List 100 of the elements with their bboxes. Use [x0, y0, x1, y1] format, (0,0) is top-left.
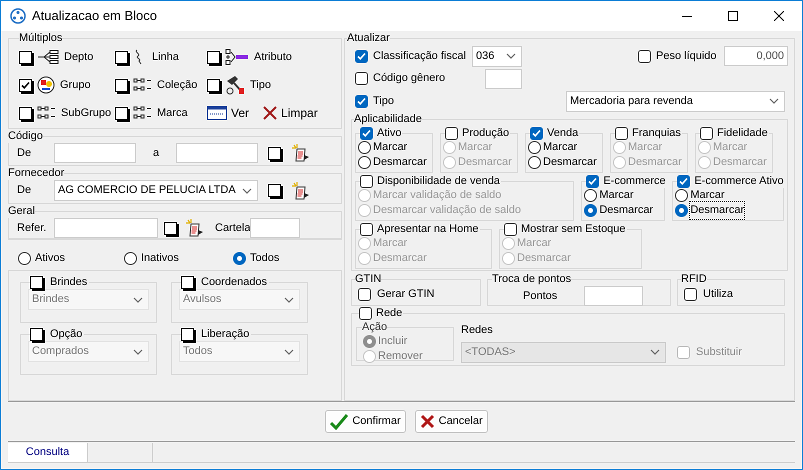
- clear-button[interactable]: Limpar: [263, 104, 318, 122]
- checkbox[interactable]: [207, 50, 220, 64]
- field-label: Redes: [461, 323, 494, 338]
- checkbox[interactable]: [355, 72, 368, 85]
- checkbox-label: Grupo: [60, 78, 91, 93]
- radio-button[interactable]: [358, 156, 371, 169]
- chevron-down-icon: [284, 348, 294, 354]
- maximize-icon[interactable]: [728, 11, 738, 21]
- checkbox[interactable]: [355, 50, 368, 62]
- radio-label: Marcar: [517, 236, 552, 252]
- checkbox[interactable]: [700, 126, 713, 140]
- checkbox[interactable]: [360, 126, 373, 140]
- checkbox-label: Utiliza: [703, 287, 733, 302]
- radio-label: Marcar: [543, 140, 578, 156]
- radio-label: Marcar: [628, 140, 662, 156]
- checkbox-label: Classificação fiscal: [373, 48, 466, 64]
- close-icon[interactable]: [774, 11, 784, 21]
- checkbox[interactable]: [181, 328, 194, 340]
- view-button[interactable]: Ver: [207, 104, 250, 122]
- dropdown[interactable]: Brindes: [28, 289, 149, 310]
- x-icon: [420, 414, 435, 429]
- checkbox[interactable]: [638, 50, 651, 62]
- radio-button[interactable]: [675, 204, 688, 217]
- dropdown[interactable]: Todos: [179, 341, 300, 362]
- field-label: Cartela: [215, 220, 250, 236]
- field-label: Refer.: [17, 220, 48, 236]
- checkbox[interactable]: [355, 94, 368, 108]
- checkbox-label: Peso líquido: [656, 48, 717, 64]
- checkbox[interactable]: [360, 174, 373, 188]
- radio-button[interactable]: [675, 189, 688, 202]
- checkbox[interactable]: [268, 146, 281, 160]
- checkbox[interactable]: [504, 222, 517, 236]
- group-title: Múltiplos: [19, 31, 62, 45]
- checkbox[interactable]: [615, 126, 628, 140]
- chevron-down-icon: [133, 296, 143, 302]
- radio-label: Desmarcar validação de saldo: [373, 203, 521, 218]
- checkbox[interactable]: [360, 222, 373, 236]
- radio-button[interactable]: [528, 141, 541, 154]
- field-label: Pontos: [523, 288, 558, 304]
- dropdown[interactable]: Mercadoria para revenda: [566, 90, 785, 112]
- radio-button[interactable]: [18, 252, 31, 264]
- checkbox-label: Disponibilidade de venda: [377, 174, 500, 188]
- checkbox[interactable]: [30, 328, 43, 340]
- dropdown[interactable]: Comprados: [28, 341, 149, 362]
- checkbox[interactable]: [358, 288, 371, 301]
- group-title: Troca de pontos: [492, 272, 572, 286]
- checkbox-label: Brindes: [50, 275, 88, 289]
- radio-button[interactable]: [358, 141, 371, 154]
- input-field[interactable]: [584, 286, 644, 306]
- radio-label: Desmarcar: [517, 251, 571, 266]
- checkbox-label: SubGrupo: [61, 106, 112, 121]
- checkbox[interactable]: [586, 174, 600, 188]
- checkbox[interactable]: [19, 78, 32, 92]
- checkbox-label: E-commerce: [603, 174, 666, 188]
- checkbox-label: Mostrar sem Estoque: [521, 222, 626, 236]
- checkbox[interactable]: [207, 78, 220, 92]
- checkbox-label: Depto: [64, 50, 94, 65]
- radio-button[interactable]: [124, 252, 137, 264]
- checkbox[interactable]: [530, 126, 543, 140]
- dropdown[interactable]: Avulsos: [179, 289, 300, 310]
- checkbox[interactable]: [164, 222, 177, 234]
- checkbox[interactable]: [677, 174, 690, 188]
- checkbox[interactable]: [19, 106, 32, 120]
- radio-button[interactable]: [528, 156, 541, 169]
- input-field[interactable]: [176, 143, 258, 163]
- group-title: Código: [8, 129, 43, 143]
- checkbox[interactable]: [30, 276, 43, 288]
- chevron-down-icon: [506, 53, 516, 59]
- dropdown[interactable]: 036: [472, 46, 522, 66]
- radio-label: Incluir: [378, 334, 408, 350]
- checkbox[interactable]: [181, 276, 194, 288]
- radio-label: Ativos: [35, 250, 65, 266]
- chevron-down-icon: [769, 98, 779, 104]
- input-field[interactable]: [485, 68, 522, 88]
- radio-button[interactable]: [233, 252, 246, 264]
- radio-button[interactable]: [363, 335, 376, 348]
- radio-label: Marcar: [599, 188, 634, 204]
- group-title: Fornecedor: [8, 166, 64, 180]
- confirm-button[interactable]: Confirmar: [325, 410, 406, 433]
- checkbox[interactable]: [268, 184, 281, 197]
- checkbox[interactable]: [684, 288, 697, 301]
- checkbox[interactable]: [115, 50, 128, 64]
- radio-button[interactable]: [584, 204, 598, 217]
- input-field[interactable]: [54, 218, 158, 238]
- input-field[interactable]: [54, 143, 136, 163]
- radio-label: Desmarcar: [713, 155, 767, 170]
- input-field[interactable]: [250, 218, 300, 238]
- window-title: Atualizacao em Bloco: [32, 7, 158, 26]
- radio-button[interactable]: [584, 189, 598, 202]
- cancel-button[interactable]: Cancelar: [414, 410, 488, 433]
- dropdown[interactable]: AG COMERCIO DE PELUCIA LTDA: [54, 180, 258, 201]
- checkbox[interactable]: [677, 346, 690, 359]
- checkbox[interactable]: [115, 78, 128, 92]
- checkbox[interactable]: [359, 306, 372, 320]
- checkbox[interactable]: [115, 106, 128, 120]
- checkbox-label: Tipo: [250, 78, 271, 93]
- checkbox-label: Gerar GTIN: [377, 287, 434, 302]
- checkbox[interactable]: [19, 50, 32, 64]
- input-field[interactable]: 0,000: [724, 46, 788, 66]
- checkbox[interactable]: [445, 126, 458, 140]
